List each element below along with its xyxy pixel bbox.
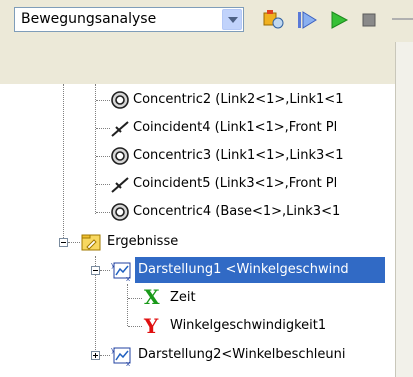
tree-item-mate[interactable]: Concentric3 (Link1<1>,Link3<1 [0,143,395,169]
study-type-value: Bewegungsanalyse [21,11,157,27]
tree-item-plot2[interactable]: y x Darstellung2<Winkelbeschleuni [0,342,395,368]
study-type-select[interactable]: Bewegungsanalyse [14,7,244,32]
tree-item-mate[interactable]: Concentric4 (Base<1>,Link3<1 [0,199,395,225]
tree-item-plot1-x-axis[interactable]: X Zeit [0,285,395,311]
tree-item-mate[interactable]: Concentric2 (Link2<1>,Link1<1 [0,87,395,113]
x-axis-icon: X [144,285,160,309]
timeline-slider-track[interactable] [392,18,413,20]
collapse-icon[interactable] [91,266,100,275]
coincident-mate-icon [111,177,129,193]
tree-item-label: Concentric4 (Base<1>,Link3<1 [133,204,341,219]
tree-item-label: Concentric3 (Link1<1>,Link3<1 [133,148,344,163]
concentric-mate-icon [111,147,129,165]
y-axis-icon: Y [144,314,159,338]
motion-toolbar: Bewegungsanalyse [0,0,413,42]
selection-highlight: Darstellung1 <Winkelgeschwind [135,257,385,283]
concentric-mate-icon [111,203,129,221]
tree-item-label: Coincident4 (Link1<1>,Front Pl [133,120,338,135]
expand-icon[interactable] [91,351,100,360]
filterbar-scroll-gutter [395,42,413,84]
tree-item-label: Zeit [170,290,196,305]
plot-icon: y x [111,346,131,366]
tree-item-label: Darstellung1 <Winkelgeschwind [138,262,349,277]
concentric-mate-icon [111,91,129,109]
calculate-icon[interactable] [260,7,286,33]
svg-text:y: y [111,261,115,269]
collapse-icon[interactable] [59,238,68,247]
play-from-start-icon[interactable] [294,7,320,33]
coincident-mate-icon [111,121,129,137]
vertical-scrollbar[interactable] [395,84,413,377]
tree-item-mate[interactable]: Coincident5 (Link3<1>,Front Pl [0,171,395,197]
tree-item-label: Concentric2 (Link2<1>,Link1<1 [133,92,344,107]
results-folder-icon [81,234,101,251]
tree-item-plot1-y-axis[interactable]: Y Winkelgeschwindigkeit1 [0,313,395,339]
play-icon[interactable] [326,7,352,33]
svg-text:x: x [126,275,130,281]
motion-study-tree: Concentric2 (Link2<1>,Link1<1 Coincident… [0,84,395,377]
tree-item-results-folder[interactable]: Ergebnisse [0,229,395,255]
tree-item-mate[interactable]: Coincident4 (Link1<1>,Front Pl [0,115,395,141]
plot-icon: y x [111,261,131,281]
tree-item-label: Coincident5 (Link3<1>,Front Pl [133,176,338,191]
stop-icon[interactable] [356,7,382,33]
chevron-down-icon[interactable] [222,9,242,30]
tree-item-label: Darstellung2<Winkelbeschleuni [138,347,346,362]
tree-item-label: Winkelgeschwindigkeit1 [170,318,327,333]
tree-item-plot1[interactable]: y x Darstellung1 <Winkelgeschwind [0,257,395,283]
tree-item-label: Ergebnisse [107,234,179,249]
svg-text:y: y [111,346,115,354]
svg-text:x: x [126,360,130,366]
filter-bar [0,42,413,118]
